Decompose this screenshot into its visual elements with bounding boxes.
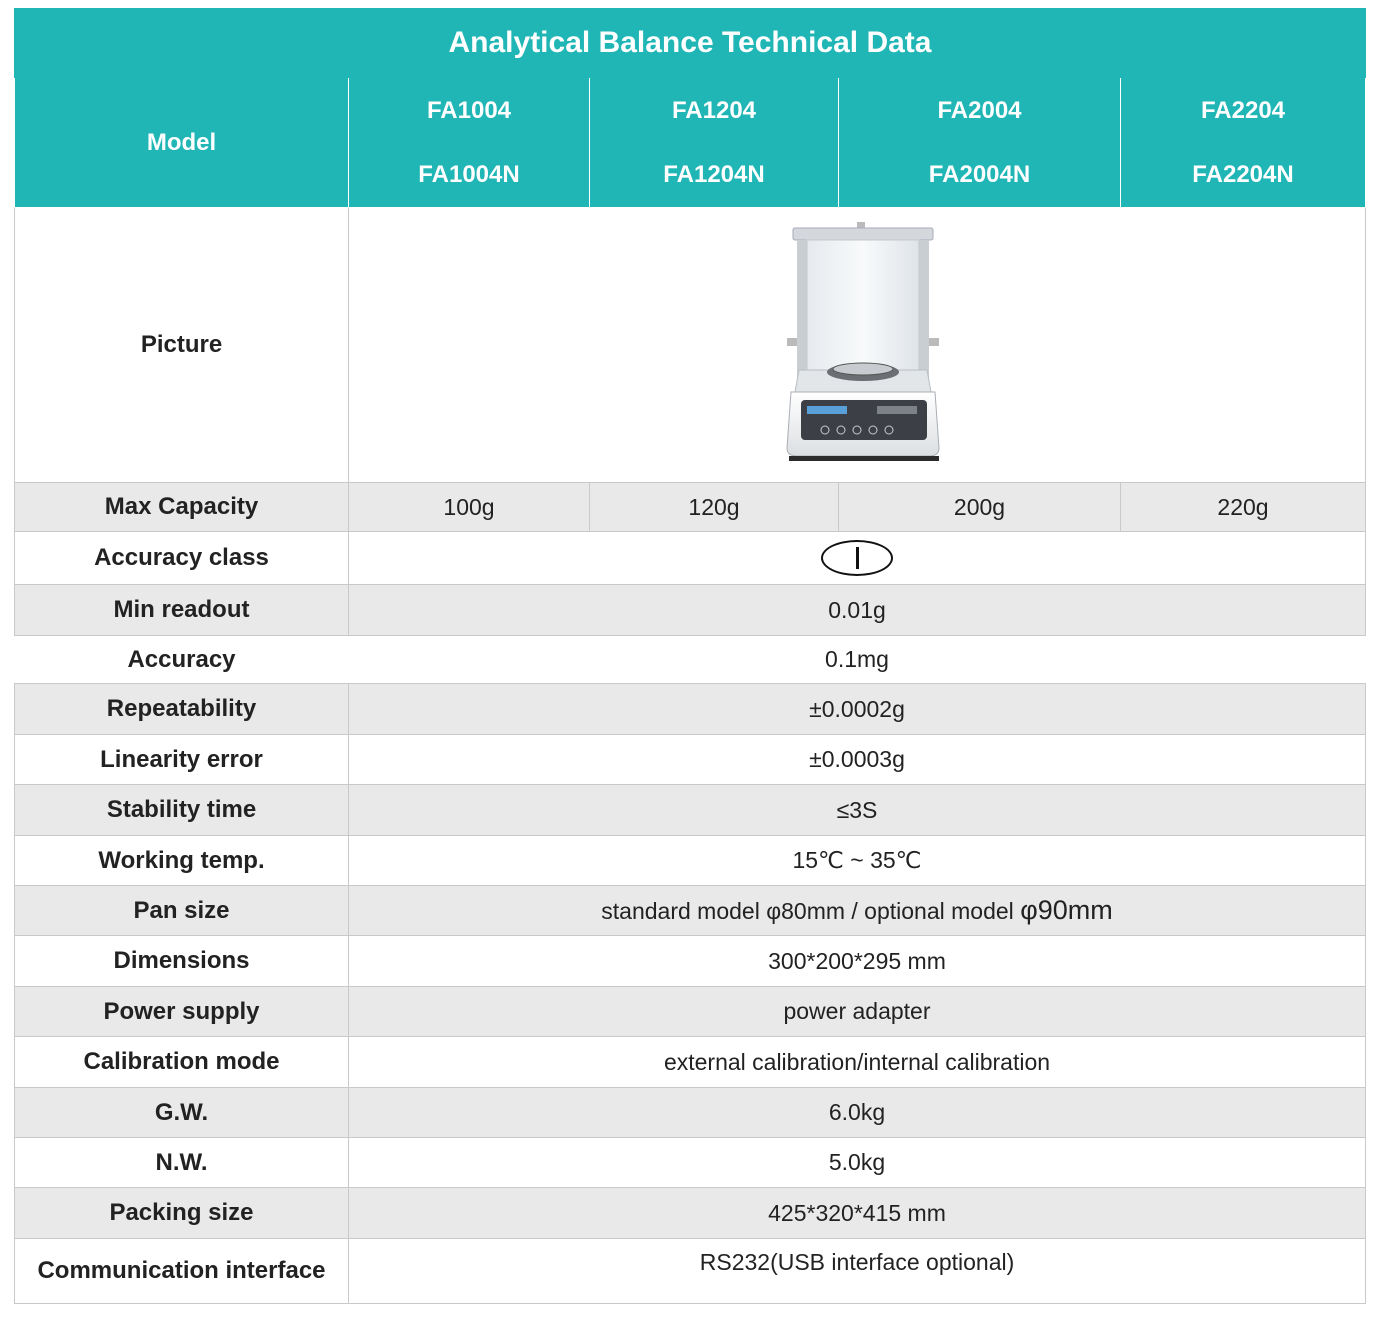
- calibration-mode-label: Calibration mode: [14, 1036, 349, 1088]
- power-supply-row: Power supply power adapter: [14, 986, 1366, 1037]
- model-header-row: Model FA1004 FA1004N FA1204 FA1204N FA20…: [14, 77, 1366, 208]
- gw-row: G.W. 6.0kg: [14, 1087, 1366, 1138]
- model-col-3: FA2004 FA2004N: [838, 77, 1121, 208]
- power-supply-value: power adapter: [348, 986, 1366, 1037]
- power-supply-label: Power supply: [14, 986, 349, 1037]
- pan-size-label: Pan size: [14, 885, 349, 936]
- linearity-error-row: Linearity error ±0.0003g: [14, 734, 1366, 785]
- min-readout-row: Min readout 0.01g: [14, 584, 1366, 636]
- repeatability-label: Repeatability: [14, 683, 349, 735]
- model-name-n: FA2004N: [928, 160, 1031, 188]
- pan-size-optional: φ90mm: [1020, 895, 1113, 925]
- model-name: FA2204: [1200, 96, 1286, 124]
- accuracy-label: Accuracy: [14, 635, 349, 684]
- max-capacity-row: Max Capacity 100g 120g 200g 220g: [14, 482, 1366, 532]
- max-capacity-label: Max Capacity: [14, 482, 349, 532]
- model-label: Model: [14, 77, 349, 208]
- gw-label: G.W.: [14, 1087, 349, 1138]
- communication-interface-value: RS232(USB interface optional): [348, 1238, 1366, 1304]
- model-col-1: FA1004 FA1004N: [348, 77, 590, 208]
- max-capacity-value: 200g: [838, 482, 1121, 532]
- model-col-2: FA1204 FA1204N: [589, 77, 839, 208]
- packing-size-label: Packing size: [14, 1187, 349, 1239]
- pan-size-row: Pan size standard model φ80mm / optional…: [14, 885, 1366, 936]
- working-temp-row: Working temp. 15℃ ~ 35℃: [14, 835, 1366, 886]
- max-capacity-value: 120g: [589, 482, 839, 532]
- min-readout-value: 0.01g: [348, 584, 1366, 636]
- packing-size-value: 425*320*415 mm: [348, 1187, 1366, 1239]
- repeatability-row: Repeatability ±0.0002g: [14, 683, 1366, 735]
- picture-label: Picture: [14, 207, 349, 483]
- calibration-mode-value: external calibration/internal calibratio…: [348, 1036, 1366, 1088]
- working-temp-value: 15℃ ~ 35℃: [348, 835, 1366, 886]
- stability-time-label: Stability time: [14, 784, 349, 836]
- picture-row: Picture: [14, 207, 1366, 483]
- nw-value: 5.0kg: [348, 1137, 1366, 1188]
- packing-size-row: Packing size 425*320*415 mm: [14, 1187, 1366, 1239]
- max-capacity-value: 100g: [348, 482, 590, 532]
- calibration-mode-row: Calibration mode external calibration/in…: [14, 1036, 1366, 1088]
- accuracy-value: 0.1mg: [348, 635, 1366, 684]
- accuracy-class-row: Accuracy class: [14, 531, 1366, 585]
- max-capacity-value: 220g: [1120, 482, 1366, 532]
- model-col-4: FA2204 FA2204N: [1120, 77, 1366, 208]
- nw-row: N.W. 5.0kg: [14, 1137, 1366, 1188]
- model-name-n: FA1204N: [663, 160, 765, 188]
- pan-size-value: standard model φ80mm / optional model φ9…: [348, 885, 1366, 936]
- min-readout-label: Min readout: [14, 584, 349, 636]
- gw-value: 6.0kg: [348, 1087, 1366, 1138]
- pan-size-text: standard model φ80mm / optional model: [601, 898, 1014, 924]
- model-name: FA1004: [426, 96, 512, 124]
- dimensions-value: 300*200*295 mm: [348, 935, 1366, 987]
- linearity-error-label: Linearity error: [14, 734, 349, 785]
- dimensions-row: Dimensions 300*200*295 mm: [14, 935, 1366, 987]
- accuracy-row: Accuracy 0.1mg: [14, 635, 1366, 684]
- communication-interface-label: Communication interface: [14, 1238, 349, 1304]
- accuracy-class-value: [348, 531, 1366, 585]
- linearity-error-value: ±0.0003g: [348, 734, 1366, 785]
- repeatability-value: ±0.0002g: [348, 683, 1366, 735]
- communication-interface-row: Communication interface RS232(USB interf…: [14, 1238, 1366, 1304]
- working-temp-label: Working temp.: [14, 835, 349, 886]
- nw-label: N.W.: [14, 1137, 349, 1188]
- table-title: Analytical Balance Technical Data: [14, 8, 1366, 78]
- model-name-n: FA1004N: [418, 160, 520, 188]
- stability-time-value: ≤3S: [348, 784, 1366, 836]
- balance-image: [786, 222, 940, 461]
- picture-cell: [348, 207, 1366, 483]
- dimensions-label: Dimensions: [14, 935, 349, 987]
- stability-time-row: Stability time ≤3S: [14, 784, 1366, 836]
- spec-table: Analytical Balance Technical Data Model …: [14, 8, 1366, 1304]
- title-row: Analytical Balance Technical Data: [14, 8, 1366, 78]
- accuracy-class-i-symbol: [821, 540, 893, 576]
- model-name: FA1204: [671, 96, 757, 124]
- model-name-n: FA2204N: [1192, 160, 1294, 188]
- accuracy-class-label: Accuracy class: [14, 531, 349, 585]
- model-name: FA2004: [937, 96, 1022, 124]
